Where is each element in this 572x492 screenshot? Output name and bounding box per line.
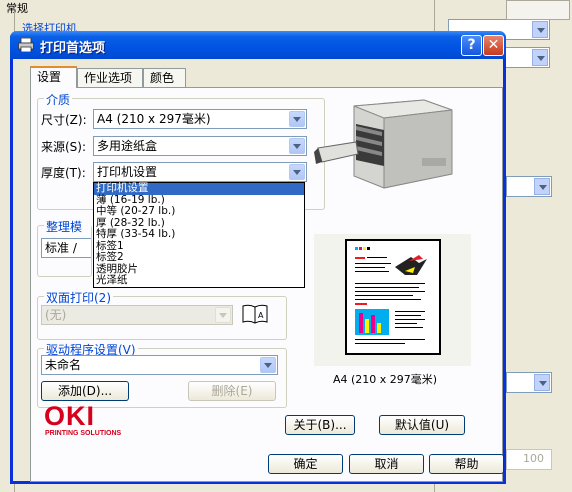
chevron-down-icon	[289, 138, 305, 154]
page-preview	[345, 239, 441, 355]
help-title-button[interactable]: ?	[461, 35, 482, 56]
chevron-down-icon	[289, 164, 305, 180]
duplex-select-value: (无)	[45, 308, 67, 322]
ok-button[interactable]: 确定	[268, 454, 343, 474]
close-button[interactable]: ✕	[483, 35, 504, 56]
bg-spin-value: 100	[523, 452, 544, 465]
tab-settings[interactable]: 设置	[30, 66, 77, 88]
driver-settings-value: 未命名	[45, 358, 82, 372]
thickness-select-value: 打印机设置	[97, 165, 158, 179]
about-button[interactable]: 关于(B)...	[285, 415, 355, 435]
media-group-title: 介质	[44, 91, 73, 108]
size-select-value: A4 (210 x 297毫米)	[97, 112, 211, 126]
bg-combo-4[interactable]	[506, 372, 552, 393]
bg-general-label: 常规	[6, 2, 28, 15]
finishing-select-value: 标准 /	[45, 241, 77, 255]
tab-color[interactable]: 颜色	[143, 68, 186, 87]
chevron-down-icon	[215, 307, 231, 323]
source-select[interactable]: 多用途纸盒	[93, 136, 307, 156]
thickness-option[interactable]: 中等 (20-27 lb.)	[94, 206, 304, 218]
cancel-button[interactable]: 取消	[349, 454, 424, 474]
svg-text:A: A	[258, 311, 264, 320]
preview-caption: A4 (210 x 297毫米)	[333, 373, 438, 386]
page-preview-graphic	[355, 247, 427, 344]
oki-tagline: PRINTING SOLUTIONS	[45, 430, 122, 437]
thickness-option[interactable]: 标签2	[94, 252, 304, 264]
oki-logo: OKI	[44, 401, 96, 431]
size-label: 尺寸(Z):	[41, 113, 87, 127]
add-button[interactable]: 添加(D)...	[41, 381, 129, 401]
source-label: 来源(S):	[41, 140, 87, 154]
delete-button[interactable]: 删除(E)	[188, 381, 276, 401]
bg-combo-3[interactable]	[506, 176, 552, 197]
tab-job-options[interactable]: 作业选项	[77, 68, 143, 87]
bg-top-combo	[506, 0, 570, 20]
driver-settings-select[interactable]: 未命名	[41, 355, 278, 375]
printer-illustration	[314, 99, 453, 189]
title-bar[interactable]: 打印首选项 ? ✕	[10, 31, 506, 59]
duplex-book-icon: A	[242, 304, 268, 324]
thickness-option[interactable]: 特厚 (33-54 lb.)	[94, 229, 304, 241]
finishing-select[interactable]: 标准 /	[41, 238, 91, 258]
thickness-option[interactable]: 光泽纸	[94, 275, 304, 287]
thickness-option[interactable]: 打印机设置	[94, 183, 304, 195]
duplex-select[interactable]: (无)	[41, 305, 233, 325]
source-select-value: 多用途纸盒	[97, 139, 158, 153]
duplex-group-title: 双面打印(2)	[44, 289, 113, 306]
thickness-dropdown-list: 打印机设置 薄 (16-19 lb.) 中等 (20-27 lb.) 厚 (28…	[93, 182, 305, 288]
printer-icon	[18, 38, 34, 52]
chevron-down-icon	[289, 111, 305, 127]
chevron-down-icon	[260, 357, 276, 373]
thickness-select[interactable]: 打印机设置	[93, 162, 307, 182]
thickness-option[interactable]: 标签1	[94, 240, 304, 253]
bg-spin[interactable]: 100	[506, 449, 552, 470]
size-select[interactable]: A4 (210 x 297毫米)	[93, 109, 307, 129]
dialog-title: 打印首选项	[40, 41, 106, 56]
default-button[interactable]: 默认值(U)	[379, 415, 465, 435]
thickness-label: 厚度(T):	[41, 166, 86, 180]
help-button[interactable]: 帮助	[429, 454, 504, 474]
